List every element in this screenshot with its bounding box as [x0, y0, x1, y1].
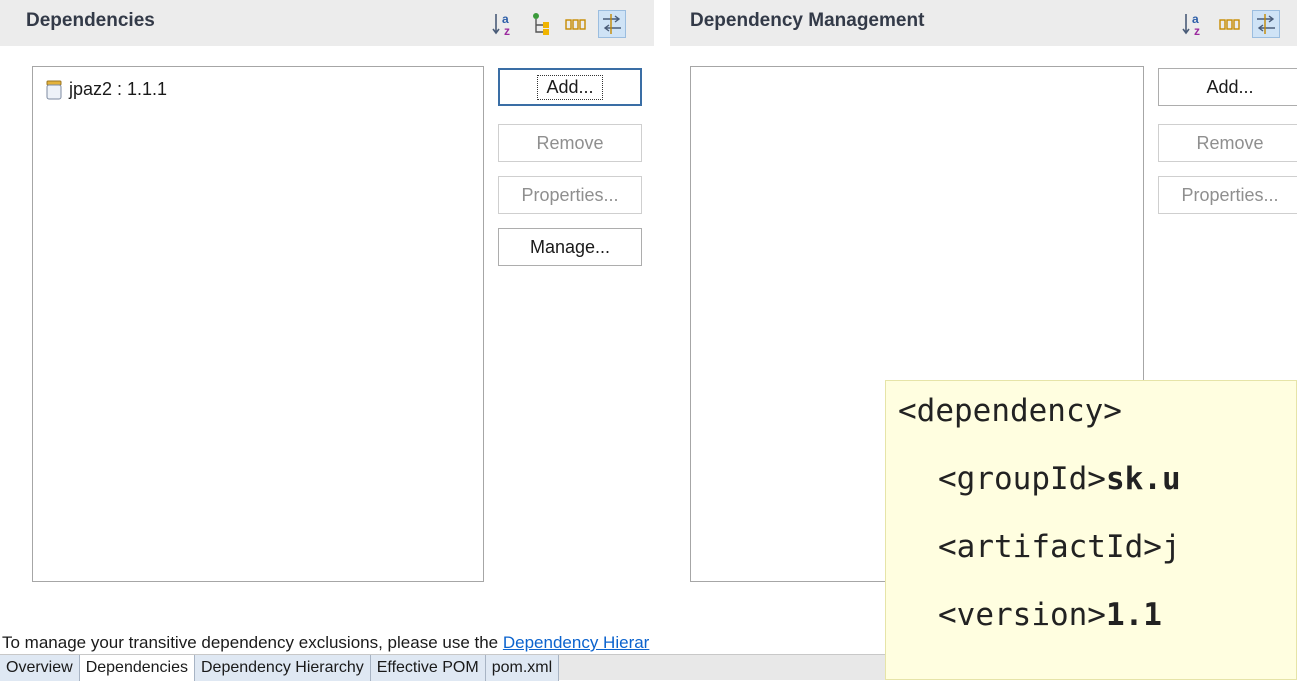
groupid-value: sk.u [1105, 461, 1181, 497]
svg-text:z: z [1194, 24, 1200, 38]
dependency-hierarchy-link[interactable]: Dependency Hierar [503, 633, 649, 652]
code-snippet: <dependency> <groupId>sk.u <artifactId>j… [885, 380, 1297, 680]
dependencies-header: Dependencies a z [0, 0, 654, 46]
version-tag: <version> [938, 597, 1106, 633]
show-columns-icon[interactable] [1216, 10, 1244, 38]
dependency-label: jpaz2 : 1.1.1 [69, 79, 168, 99]
management-header: Dependency Management a z [670, 0, 1297, 46]
filter-icon[interactable] [598, 10, 626, 38]
management-title: Dependency Management [690, 10, 925, 31]
show-columns-icon[interactable] [562, 10, 590, 38]
artifactid-value: j [1161, 529, 1181, 565]
code-line-artifactid: <artifactId>j [938, 529, 1181, 565]
sort-alphabetically-icon[interactable]: a z [490, 10, 518, 38]
add-dependency-label: Add... [537, 74, 603, 100]
filter-icon[interactable] [1252, 10, 1280, 38]
management-toolbar: a z [1180, 10, 1280, 38]
sort-alphabetically-icon[interactable]: a z [1180, 10, 1208, 38]
version-value: 1.1 [1105, 597, 1162, 633]
hint-text: To manage your transitive dependency exc… [2, 633, 503, 652]
dependencies-title: Dependencies [26, 10, 155, 31]
add-dependency-button[interactable]: Add... [498, 68, 642, 106]
groupid-tag: <groupId> [938, 461, 1106, 497]
code-line-version: <version>1.1 [938, 597, 1162, 633]
code-line-dependency: <dependency> [898, 393, 1122, 429]
tab-effective-pom[interactable]: Effective POM [370, 655, 486, 681]
remove-managed-button[interactable]: Remove [1158, 124, 1297, 162]
exclusions-hint: To manage your transitive dependency exc… [2, 633, 649, 653]
artifactid-tag: <artifactId> [938, 529, 1162, 565]
show-group-id-icon[interactable] [526, 10, 554, 38]
managed-properties-button[interactable]: Properties... [1158, 176, 1297, 214]
tab-overview[interactable]: Overview [0, 655, 80, 681]
jar-icon [46, 80, 62, 99]
manage-dependency-button[interactable]: Manage... [498, 228, 642, 266]
tab-pom-xml[interactable]: pom.xml [485, 655, 560, 681]
dependencies-toolbar: a z [490, 10, 626, 38]
svg-text:z: z [504, 24, 510, 38]
code-line-groupid: <groupId>sk.u [938, 461, 1181, 497]
list-item[interactable]: jpaz2 : 1.1.1 [45, 79, 167, 100]
remove-dependency-button[interactable]: Remove [498, 124, 642, 162]
tab-dependencies[interactable]: Dependencies [79, 655, 195, 681]
add-managed-button[interactable]: Add... [1158, 68, 1297, 106]
dependencies-list[interactable]: jpaz2 : 1.1.1 [32, 66, 484, 582]
dependency-properties-button[interactable]: Properties... [498, 176, 642, 214]
tab-dependency-hierarchy[interactable]: Dependency Hierarchy [194, 655, 371, 681]
